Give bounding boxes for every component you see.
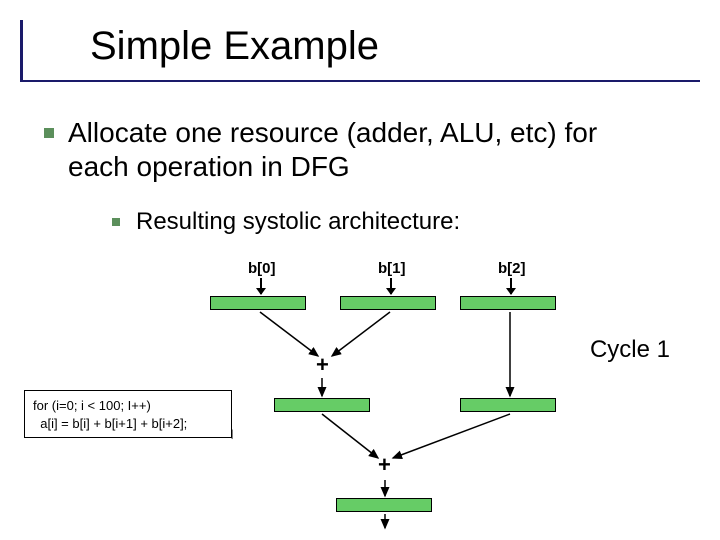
label-b1: b[1] xyxy=(378,260,406,277)
slide: { "title": "Simple Example", "bullets": … xyxy=(0,0,720,540)
arrow xyxy=(260,278,262,294)
bullet-level1: Allocate one resource (adder, ALU, etc) … xyxy=(68,116,648,183)
register xyxy=(336,498,432,512)
register xyxy=(460,398,556,412)
code-line: for (i=0; i < 100; I++) xyxy=(33,397,223,415)
bullet-level2: Resulting systolic architecture: xyxy=(136,208,460,236)
arrow xyxy=(390,278,392,294)
title-accent-vline xyxy=(20,20,23,80)
register xyxy=(210,296,306,310)
title-accent-hline xyxy=(20,80,700,82)
label-b0: b[0] xyxy=(248,260,276,277)
arrow xyxy=(510,278,512,294)
bullet-icon xyxy=(44,128,54,138)
label-b2: b[2] xyxy=(498,260,526,277)
add-op: + xyxy=(316,352,329,378)
add-op: + xyxy=(378,452,391,478)
bullet-icon xyxy=(112,218,120,226)
code-box: for (i=0; i < 100; I++) a[i] = b[i] + b[… xyxy=(24,390,232,438)
code-line: a[i] = b[i] + b[i+1] + b[i+2]; xyxy=(33,415,223,433)
register xyxy=(460,296,556,310)
register xyxy=(274,398,370,412)
register xyxy=(340,296,436,310)
cycle-label: Cycle 1 xyxy=(590,336,670,364)
slide-title: Simple Example xyxy=(90,24,379,69)
